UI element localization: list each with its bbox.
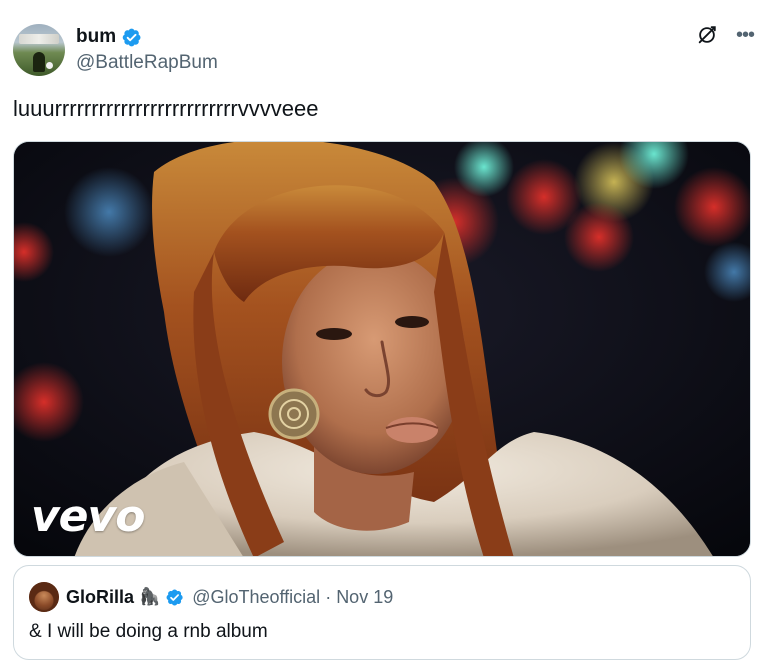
- vevo-watermark: vevo: [31, 491, 145, 542]
- author-display-name[interactable]: bum: [76, 24, 116, 50]
- author-handle[interactable]: @BattleRapBum: [76, 51, 218, 75]
- quoted-verified-badge-icon: [166, 588, 183, 606]
- tweet-text: luuurrrrrrrrrrrrrrrrrrrrrrrrrvvvveee: [13, 96, 319, 121]
- quoted-author-handle[interactable]: @GloTheofficial: [192, 587, 320, 608]
- tweet-top-actions: •••: [696, 24, 755, 46]
- quoted-tweet-date[interactable]: Nov 19: [336, 587, 393, 608]
- author-name-row: bum: [76, 24, 142, 50]
- verified-badge-icon: [122, 28, 141, 46]
- quoted-separator-dot: ·: [325, 586, 332, 607]
- author-avatar[interactable]: [13, 24, 65, 76]
- more-options-icon[interactable]: •••: [736, 25, 755, 45]
- quoted-author-display-name[interactable]: GloRilla: [66, 587, 134, 608]
- quoted-tweet-header: GloRilla 🦍 @GloTheofficial · Nov 19: [66, 584, 393, 610]
- tweet-media-image[interactable]: vevo: [13, 141, 751, 557]
- avatar-ball-shape: [46, 62, 53, 69]
- quoted-avatar-hair-shape: [29, 582, 59, 612]
- quoted-tweet[interactable]: GloRilla 🦍 @GloTheofficial · Nov 19 & I …: [13, 565, 751, 660]
- avatar-stand-shape: [19, 34, 59, 44]
- quoted-author-avatar[interactable]: [29, 582, 59, 612]
- grok-icon[interactable]: [696, 24, 718, 46]
- quoted-tweet-text: & I will be doing a rnb album: [29, 621, 268, 642]
- tweet[interactable]: bum @BattleRapBum ••• luuurrrrrrrrrrrrrr…: [0, 0, 768, 670]
- avatar-figure-shape: [33, 52, 45, 72]
- gorilla-emoji-icon: 🦍: [139, 587, 161, 606]
